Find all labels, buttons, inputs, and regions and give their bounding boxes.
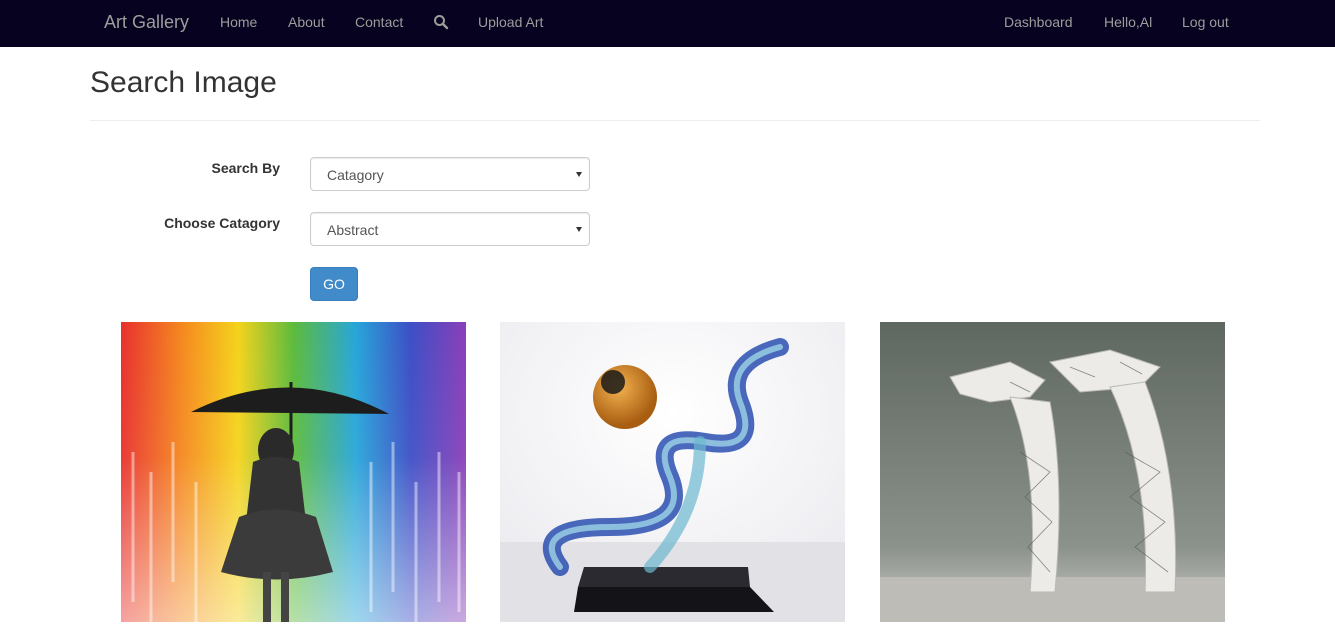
gallery-image-glass-sculpture[interactable] [500, 322, 845, 622]
search-by-label: Search By [211, 160, 280, 176]
chevron-down-icon [576, 227, 582, 232]
category-select[interactable]: Abstract [310, 212, 590, 246]
nav-user-greeting[interactable]: Hello,Al [1104, 14, 1152, 30]
nav-contact-link[interactable]: Contact [355, 14, 403, 30]
brand-link[interactable]: Art Gallery [104, 12, 189, 33]
category-selected-value: Abstract [327, 222, 379, 238]
go-button[interactable]: GO [310, 267, 358, 301]
nav-home-link[interactable]: Home [220, 14, 257, 30]
nav-dashboard-link[interactable]: Dashboard [1004, 14, 1073, 30]
search-by-selected-value: Catagory [327, 167, 384, 183]
gallery-image-rainbow-painting[interactable] [121, 322, 466, 622]
search-icon[interactable] [433, 14, 449, 30]
choose-category-label: Choose Catagory [164, 215, 280, 231]
nav-about-link[interactable]: About [288, 14, 325, 30]
search-by-select[interactable]: Catagory [310, 157, 590, 191]
nav-logout-link[interactable]: Log out [1182, 14, 1229, 30]
chevron-down-icon [576, 172, 582, 177]
nav-upload-art-link[interactable]: Upload Art [478, 14, 543, 30]
header-divider [90, 120, 1260, 121]
navbar: Art Gallery Home About Contact Upload Ar… [0, 0, 1335, 47]
page-title: Search Image [90, 66, 277, 99]
gallery-image-hands-sculpture[interactable] [880, 322, 1225, 622]
